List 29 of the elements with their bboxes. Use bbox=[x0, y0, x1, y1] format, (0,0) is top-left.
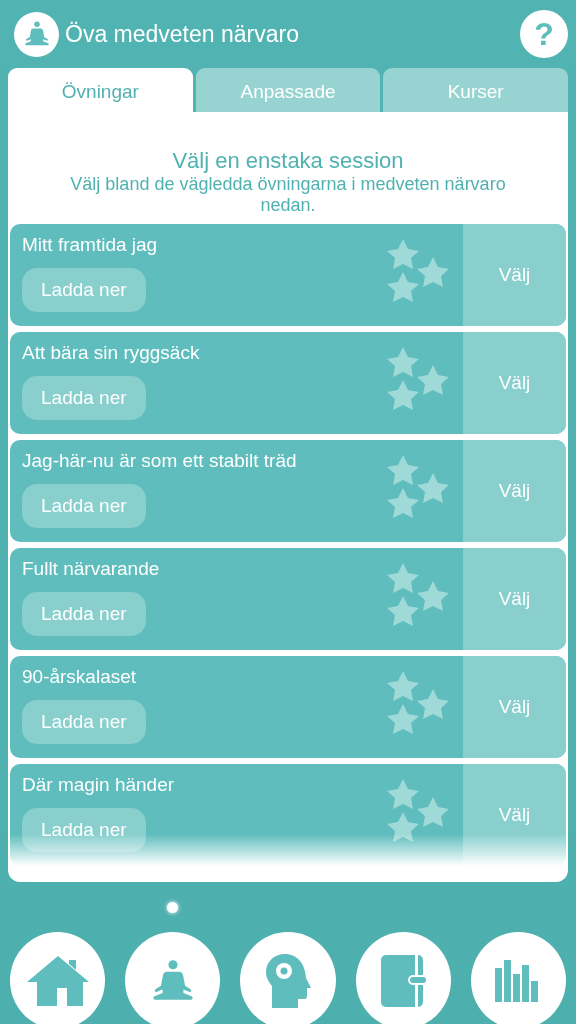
tab[interactable]: Övningar bbox=[8, 68, 193, 112]
section-description: Välj bland de vägledda övningarna i medveten närvaro nedan. bbox=[69, 174, 507, 216]
home-icon bbox=[26, 955, 89, 1006]
session-title: Fullt närvarande bbox=[22, 558, 160, 580]
session-title: Jag-här-nu är som ett stabilt träd bbox=[22, 450, 297, 472]
download-button[interactable]: Ladda ner bbox=[22, 592, 146, 636]
download-button[interactable]: Ladda ner bbox=[22, 700, 146, 744]
download-button[interactable]: Ladda ner bbox=[22, 376, 146, 420]
choose-button[interactable]: Välj bbox=[463, 656, 566, 758]
app-title: Öva medveten närvaro bbox=[65, 20, 300, 48]
session-title: 90-årskalaset bbox=[22, 666, 137, 688]
choose-button[interactable]: Välj bbox=[463, 764, 566, 866]
help-button[interactable]: ? bbox=[520, 10, 568, 58]
download-button[interactable]: Ladda ner bbox=[22, 808, 146, 852]
head-gear-icon bbox=[265, 953, 311, 1008]
choose-button[interactable]: Välj bbox=[463, 332, 566, 434]
session-title: Där magin händer bbox=[22, 774, 175, 796]
download-button[interactable]: Ladda ner bbox=[22, 484, 146, 528]
choose-button[interactable]: Välj bbox=[463, 440, 566, 542]
session-title: Att bära sin ryggsäck bbox=[22, 342, 200, 364]
choose-button[interactable]: Välj bbox=[463, 548, 566, 650]
notebook-icon bbox=[379, 953, 428, 1008]
section-heading: Välj en enstaka session bbox=[172, 148, 404, 174]
choose-button[interactable]: Välj bbox=[463, 224, 566, 326]
meditation-logo bbox=[14, 11, 59, 57]
tab[interactable]: Kurser bbox=[383, 68, 568, 112]
download-button[interactable]: Ladda ner bbox=[22, 268, 146, 312]
session-title: Mitt framtida jag bbox=[22, 234, 158, 256]
tab[interactable]: Anpassade bbox=[195, 68, 381, 112]
